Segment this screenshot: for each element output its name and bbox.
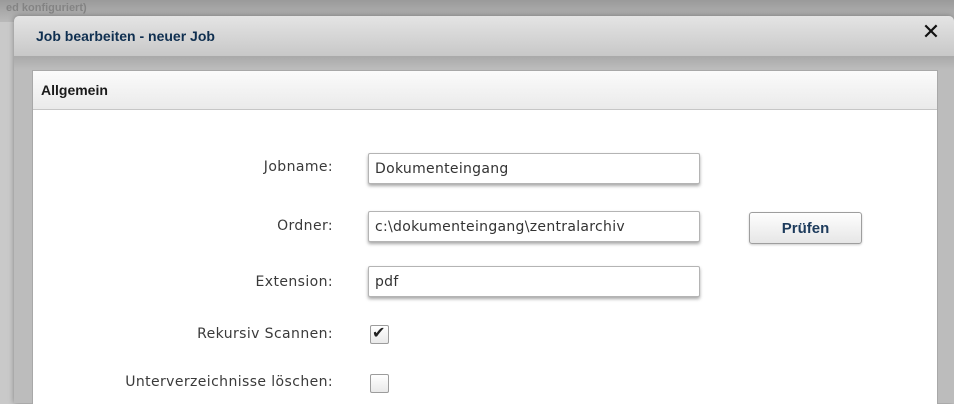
checkmark-icon: ✔: [372, 323, 386, 342]
close-icon[interactable]: ✕: [920, 21, 942, 45]
background-table-header: [14, 56, 954, 70]
extension-label: Extension:: [255, 274, 333, 290]
ordner-label: Ordner:: [277, 218, 333, 234]
unterverzeichnisse-label: Unterverzeichnisse löschen:: [125, 374, 333, 390]
background-window-text: ed konfiguriert): [6, 2, 87, 14]
general-panel: Allgemein Jobname: Ordner: Prüfen Extens…: [32, 70, 938, 404]
panel-title: Allgemein: [41, 82, 108, 98]
ordner-input[interactable]: [368, 211, 700, 242]
panel-header: Allgemein: [33, 71, 937, 110]
extension-input[interactable]: [368, 266, 700, 297]
dialog-titlebar[interactable]: Job bearbeiten - neuer Job ✕: [14, 16, 954, 56]
pruefen-button[interactable]: Prüfen: [749, 212, 862, 244]
rekursiv-label: Rekursiv Scannen:: [197, 326, 333, 342]
unterverzeichnisse-checkbox[interactable]: [370, 374, 389, 393]
rekursiv-checkbox[interactable]: ✔: [370, 323, 389, 344]
jobname-input[interactable]: [368, 153, 700, 184]
job-edit-dialog: Job bearbeiten - neuer Job ✕ Allgemein J…: [14, 16, 954, 404]
dialog-title: Job bearbeiten - neuer Job: [36, 28, 215, 44]
jobname-label: Jobname:: [263, 159, 333, 175]
